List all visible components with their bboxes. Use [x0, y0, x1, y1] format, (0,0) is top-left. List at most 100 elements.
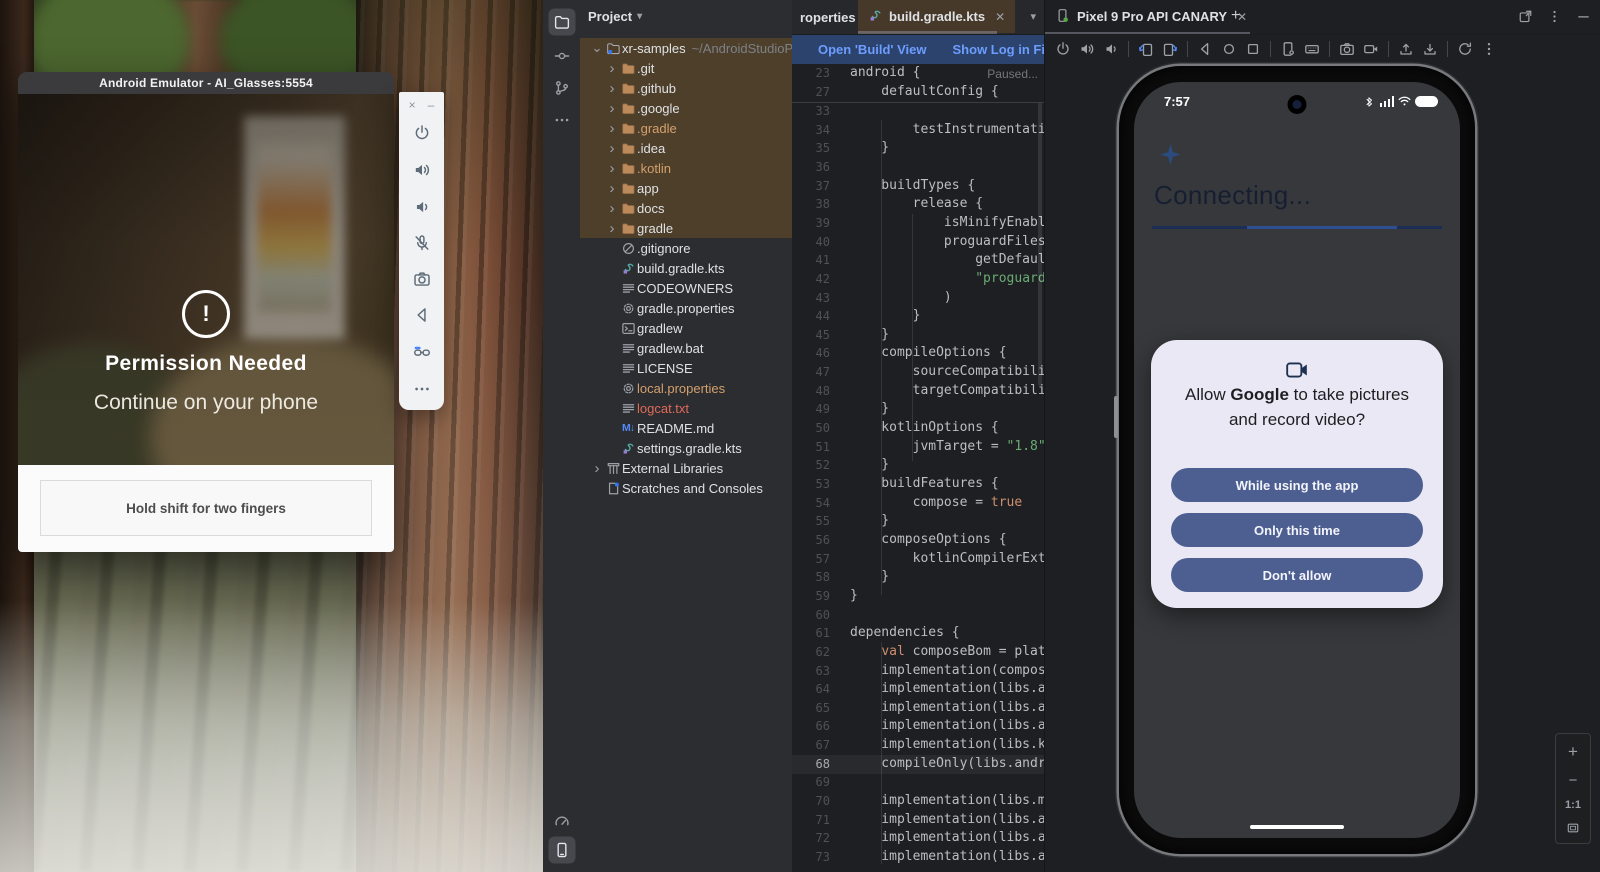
chevron-right-icon[interactable]: › — [605, 160, 619, 177]
tree-item-license[interactable]: LICENSE — [580, 358, 792, 378]
code-line-62[interactable]: 62 val composeBom = platfor — [792, 643, 1044, 662]
code-line-59[interactable]: 59} — [792, 587, 1044, 606]
chevron-down-icon[interactable]: ⌄ — [590, 40, 604, 56]
tree-item-build-gradle-kts[interactable]: build.gradle.kts — [580, 258, 792, 278]
tree-item--git[interactable]: ›.git — [580, 58, 792, 78]
tree-item-docs[interactable]: ›docs — [580, 198, 792, 218]
glasses-icon[interactable] — [413, 343, 431, 361]
code-line-73[interactable]: 73 implementation(libs.andr — [792, 848, 1044, 867]
code-line-39[interactable]: 39 isMinifyEnabled — [792, 214, 1044, 233]
code-line-63[interactable]: 63 implementation(composeBo — [792, 662, 1044, 681]
tree-item-gradle-properties[interactable]: gradle.properties — [580, 298, 792, 318]
volume-down-icon[interactable] — [413, 198, 431, 216]
code-line-42[interactable]: 42 "proguard-ru — [792, 270, 1044, 289]
code-line-46[interactable]: 46 compileOptions { — [792, 344, 1044, 363]
tab-build-gradle-kts[interactable]: build.gradle.kts ✕ — [858, 0, 1015, 33]
chevron-right-icon[interactable]: › — [605, 200, 619, 217]
video-icon[interactable] — [1359, 38, 1383, 60]
commit-icon[interactable] — [548, 43, 575, 70]
tree-item--kotlin[interactable]: ›.kotlin — [580, 158, 792, 178]
code-line-33[interactable]: 33 — [792, 102, 1044, 121]
device-settings-icon[interactable] — [1276, 38, 1300, 60]
tree-item-codeowners[interactable]: CODEOWNERS — [580, 278, 792, 298]
download-icon[interactable] — [1418, 38, 1442, 60]
tree-item-gradlew-bat[interactable]: gradlew.bat — [580, 338, 792, 358]
zoom-in-button[interactable]: + — [1568, 742, 1578, 762]
tree-item-xr-samples[interactable]: ⌄xr-samples~/AndroidStudioProje — [580, 38, 792, 58]
overview-icon[interactable] — [1241, 38, 1265, 60]
allow-while-using-button[interactable]: While using the app — [1171, 468, 1423, 502]
tree-item--idea[interactable]: ›.idea — [580, 138, 792, 158]
code-line-37[interactable]: 37 buildTypes { — [792, 177, 1044, 196]
kebab-icon[interactable] — [1477, 38, 1501, 60]
home-icon[interactable] — [1217, 38, 1241, 60]
code-line-35[interactable]: 35 } — [792, 139, 1044, 158]
code-line-44[interactable]: 44 } — [792, 307, 1044, 326]
project-panel-header[interactable]: Project▾ — [588, 9, 642, 24]
volume-up-icon[interactable] — [1075, 38, 1099, 60]
zoom-fit-icon[interactable] — [1566, 821, 1580, 835]
chevron-right-icon[interactable]: › — [590, 460, 604, 477]
tree-item--gitignore[interactable]: .gitignore — [580, 238, 792, 258]
code-line-53[interactable]: 53 buildFeatures { — [792, 475, 1044, 494]
tree-item-app[interactable]: ›app — [580, 178, 792, 198]
code-line-61[interactable]: 61dependencies { — [792, 624, 1044, 643]
zoom-out-button[interactable]: − — [1569, 772, 1578, 789]
open-build-view-link[interactable]: Open 'Build' View — [818, 42, 927, 57]
code-line-60[interactable]: 60 — [792, 606, 1044, 625]
vcs-graph-icon[interactable] — [548, 75, 575, 102]
minimize-icon[interactable]: – — [428, 98, 435, 112]
allow-only-this-time-button[interactable]: Only this time — [1171, 513, 1423, 547]
power-icon[interactable] — [413, 124, 431, 142]
code-line-38[interactable]: 38 release { — [792, 195, 1044, 214]
back-icon[interactable] — [1193, 38, 1217, 60]
code-line-40[interactable]: 40 proguardFiles( — [792, 233, 1044, 252]
volume-down-icon[interactable] — [1099, 38, 1123, 60]
code-line-52[interactable]: 52 } — [792, 456, 1044, 475]
mic-off-icon[interactable] — [413, 234, 431, 252]
minimize-icon[interactable] — [1576, 9, 1591, 29]
hidden-tabs-chevron-icon[interactable]: ▾ — [1030, 10, 1036, 23]
code-line-56[interactable]: 56 composeOptions { — [792, 531, 1044, 550]
code-line-68[interactable]: 68 compileOnly(libs.android — [792, 755, 1044, 774]
code-line-69[interactable]: 69 — [792, 773, 1044, 792]
code-editor[interactable]: roperties build.gradle.kts ✕ ▾ Open 'Bui… — [792, 0, 1044, 872]
dont-allow-button[interactable]: Don't allow — [1171, 558, 1423, 592]
profiler-icon[interactable] — [548, 807, 575, 834]
emulator-screen[interactable]: ! Permission Needed Continue on your pho… — [18, 94, 394, 465]
code-line-41[interactable]: 41 getDefaultPr — [792, 251, 1044, 270]
tree-item-local-properties[interactable]: local.properties — [580, 378, 792, 398]
editor-scrollbar[interactable] — [1038, 66, 1042, 386]
code-line-27[interactable]: 27 defaultConfig { — [792, 83, 1044, 102]
code-line-34[interactable]: 34 testInstrumentationR — [792, 121, 1044, 140]
chevron-right-icon[interactable]: › — [605, 100, 619, 117]
open-window-icon[interactable] — [1518, 9, 1533, 29]
camera-icon[interactable] — [413, 270, 431, 288]
power-icon[interactable] — [1051, 38, 1075, 60]
code-line-49[interactable]: 49 } — [792, 400, 1044, 419]
tab-pixel-9-pro[interactable]: Pixel 9 Pro API CANARY ✕ — [1055, 0, 1247, 33]
tree-item-settings-gradle-kts[interactable]: settings.gradle.kts — [580, 438, 792, 458]
upload-icon[interactable] — [1394, 38, 1418, 60]
code-line-45[interactable]: 45 } — [792, 326, 1044, 345]
code-line-36[interactable]: 36 — [792, 158, 1044, 177]
code-line-43[interactable]: 43 ) — [792, 289, 1044, 308]
home-indicator[interactable] — [1250, 825, 1344, 830]
tree-item--google[interactable]: ›.google — [580, 98, 792, 118]
tree-item--github[interactable]: ›.github — [580, 78, 792, 98]
more-h-icon[interactable] — [548, 107, 575, 134]
code-line-64[interactable]: 64 implementation(libs.andr — [792, 680, 1044, 699]
code-lines[interactable]: 3334 testInstrumentationR35 }3637 buildT… — [792, 64, 1044, 872]
code-line-65[interactable]: 65 implementation(libs.andr — [792, 699, 1044, 718]
code-line-54[interactable]: 54 compose = true — [792, 494, 1044, 513]
chevron-right-icon[interactable]: › — [605, 180, 619, 197]
tree-item-readme-md[interactable]: M↓README.md — [580, 418, 792, 438]
device-frame-icon[interactable] — [548, 837, 575, 864]
show-log-link[interactable]: Show Log in Finder — [953, 42, 1044, 57]
tree-item--gradle[interactable]: ›.gradle — [580, 118, 792, 138]
chevron-right-icon[interactable]: › — [605, 220, 619, 237]
tree-item-gradle[interactable]: ›gradle — [580, 218, 792, 238]
phone-screen[interactable]: 7:57 Connecting... Allow Google to take … — [1134, 82, 1460, 838]
code-line-66[interactable]: 66 implementation(libs.andr — [792, 717, 1044, 736]
code-line-48[interactable]: 48 targetCompatibility — [792, 382, 1044, 401]
